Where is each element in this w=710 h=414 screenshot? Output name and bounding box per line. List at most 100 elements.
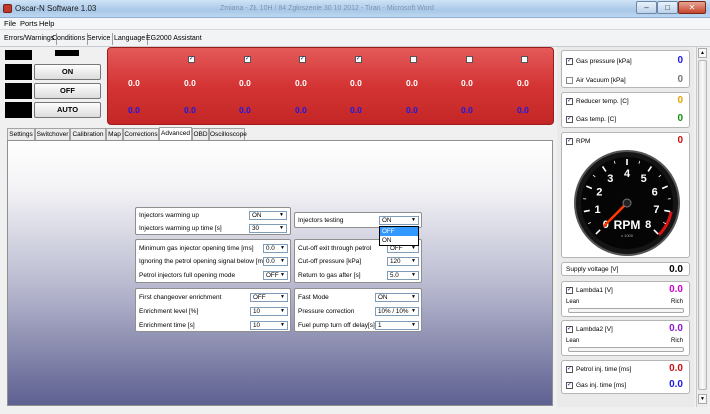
rpm-label: RPM xyxy=(576,138,591,145)
injectors-warming-select[interactable]: ON ▼ xyxy=(249,211,287,220)
lambda2-rich-label: Rich xyxy=(670,338,683,344)
lambda1-checkbox[interactable]: ✓ xyxy=(566,287,573,294)
maximize-button[interactable]: □ xyxy=(657,1,678,14)
lambda2-checkbox[interactable]: ✓ xyxy=(566,326,573,333)
cut-off-exit-label: Cut-off exit through petrol xyxy=(298,245,372,252)
tab-settings[interactable]: Settings xyxy=(7,128,35,140)
lambda1-rich-label: Rich xyxy=(670,299,683,305)
fast-mode-group: Fast Mode ON ▼ Pressure correction 10% / … xyxy=(294,288,422,332)
tab-obd[interactable]: OBD xyxy=(192,128,209,140)
rpm-dial-number-4: 4 xyxy=(624,168,631,180)
off-button[interactable]: OFF xyxy=(34,83,101,99)
injectors-warming-time-select[interactable]: 30 ▼ xyxy=(249,224,287,233)
injectors-testing-label: Injectors testing xyxy=(298,217,344,224)
minimize-button[interactable]: – xyxy=(636,1,657,14)
gas-temp-checkbox[interactable]: ✓ xyxy=(566,116,573,123)
injector-value-row1-1: 0.0 xyxy=(128,78,140,88)
toolbar: Errors/Warnings Conditions Service Langu… xyxy=(0,30,710,47)
toolbar-service[interactable]: Service xyxy=(85,33,114,45)
injectors-testing-select[interactable]: ON ▼ xyxy=(379,216,419,225)
rpm-unit-label: RPM xyxy=(614,218,641,232)
on-button[interactable]: ON xyxy=(34,64,101,80)
scroll-up-button[interactable]: ▲ xyxy=(698,48,707,58)
tab-map[interactable]: Map xyxy=(106,128,123,140)
ignore-petrol-signal-select[interactable]: 0.0 ▼ xyxy=(263,257,288,266)
fuel-pump-delay-select[interactable]: 1 ▼ xyxy=(375,321,419,330)
background-window-title: Zmiana - ZŁ 10H / 84 Zgłoszenie 30 10 20… xyxy=(220,5,434,12)
sensor-panel: ✓ Gas pressure [kPa] 0 Air Vacuum [kPa] … xyxy=(557,47,694,407)
cut-off-pressure-select[interactable]: 120 ▼ xyxy=(387,257,419,266)
injector-checkbox-5[interactable] xyxy=(410,56,417,63)
needle-hub xyxy=(622,198,632,208)
rpm-value: 0 xyxy=(677,135,683,146)
gas-inj-checkbox[interactable]: ✓ xyxy=(566,382,573,389)
rpm-dial-number-7: 7 xyxy=(653,204,659,216)
tab-switchover[interactable]: Switchover xyxy=(35,128,70,140)
injector-value-row1-7: 0.0 xyxy=(461,78,473,88)
tab-corrections[interactable]: Corrections xyxy=(123,128,159,140)
injector-checkbox-3[interactable]: ✓ xyxy=(299,56,306,63)
injector-value-row2-7: 0.0 xyxy=(461,105,473,115)
menu-bar: File Ports Help xyxy=(0,18,710,30)
injector-value-row2-3: 0.0 xyxy=(239,105,251,115)
air-vacuum-checkbox[interactable] xyxy=(566,77,573,84)
status-indicator-auto xyxy=(5,102,32,118)
first-changeover-enrichment-select[interactable]: OFF ▼ xyxy=(250,293,288,302)
injector-value-row1-4: 0.0 xyxy=(295,78,307,88)
gas-pressure-value: 0 xyxy=(677,55,683,66)
min-gas-opening-select[interactable]: 0.0 ▼ xyxy=(263,244,288,253)
injector-value-row2-5: 0.0 xyxy=(350,105,362,115)
reducer-temp-checkbox[interactable]: ✓ xyxy=(566,98,573,105)
injector-value-row2-6: 0.0 xyxy=(406,105,418,115)
gas-temp-label: Gas temp. [C] xyxy=(576,116,617,123)
supply-voltage-value: 0.0 xyxy=(669,264,683,275)
injector-checkbox-1[interactable]: ✓ xyxy=(188,56,195,63)
menu-ports[interactable]: Ports xyxy=(20,19,38,28)
injector-checkbox-7[interactable] xyxy=(521,56,528,63)
tab-advanced[interactable]: Advanced xyxy=(159,127,192,140)
scroll-thumb[interactable] xyxy=(698,60,707,390)
injector-value-row2-1: 0.0 xyxy=(128,105,140,115)
vertical-scrollbar[interactable]: ▲ ▼ xyxy=(696,47,708,407)
lambda1-box: ✓ Lambda1 [V] 0.0 Lean Rich xyxy=(561,281,690,317)
menu-file[interactable]: File xyxy=(4,19,16,28)
injection-time-box: ✓ Petrol inj. time [ms] 0.0 ✓ Gas inj. t… xyxy=(561,360,690,394)
min-gas-opening-label: Minimum gas injector opening time [ms] xyxy=(139,245,254,252)
injectors-testing-dropdown: OFF ON xyxy=(379,226,419,246)
injector-checkbox-2[interactable]: ✓ xyxy=(244,56,251,63)
injector-checkbox-4[interactable]: ✓ xyxy=(355,56,362,63)
injector-value-row1-5: 0.0 xyxy=(350,78,362,88)
window-title: Oscar-N Software 1.03 xyxy=(15,4,97,13)
toolbar-conditions[interactable]: Conditions xyxy=(50,33,89,45)
toolbar-eg2000-assistant[interactable]: EG2000 Assistant xyxy=(144,33,204,45)
petrol-inj-checkbox[interactable]: ✓ xyxy=(566,366,573,373)
enrichment-time-label: Enrichment time [s] xyxy=(139,322,195,329)
menu-help[interactable]: Help xyxy=(39,19,54,28)
scroll-down-button[interactable]: ▼ xyxy=(698,394,707,404)
dropdown-option-on[interactable]: ON xyxy=(380,236,418,245)
enrichment-group: First changeover enrichment OFF ▼ Enrichm… xyxy=(135,288,291,332)
rpm-checkbox[interactable]: ✓ xyxy=(566,138,573,145)
status-indicator-top-right xyxy=(55,50,79,56)
gas-inj-value: 0.0 xyxy=(669,379,683,390)
pressure-correction-select[interactable]: 10% / 10% ▼ xyxy=(375,307,419,316)
dropdown-option-off[interactable]: OFF xyxy=(380,227,418,236)
fuel-pump-delay-label: Fuel pump turn off delay[s] xyxy=(298,322,375,329)
tachometer-gauge: 012345678 RPM x 1000 xyxy=(572,149,682,257)
tab-oscilloscope[interactable]: Oscilloscope xyxy=(209,128,247,140)
enrichment-level-label: Enrichment level [%] xyxy=(139,308,199,315)
enrichment-level-select[interactable]: 10 ▼ xyxy=(250,307,288,316)
lambda1-lean-label: Lean xyxy=(566,299,580,305)
tab-calibration[interactable]: Calibration xyxy=(70,128,106,140)
fast-mode-select[interactable]: ON ▼ xyxy=(375,293,419,302)
injector-checkbox-6[interactable] xyxy=(466,56,473,63)
toolbar-language[interactable]: Language xyxy=(112,33,149,45)
enrichment-time-select[interactable]: 10 ▼ xyxy=(250,321,288,330)
gas-pressure-checkbox[interactable]: ✓ xyxy=(566,58,573,65)
temperature-box: ✓ Reducer temp. [C] 0 ✓ Gas temp. [C] 0 xyxy=(561,92,690,128)
return-to-gas-select[interactable]: 5.0 ▼ xyxy=(387,271,419,280)
close-button[interactable]: ✕ xyxy=(678,1,706,14)
auto-button[interactable]: AUTO xyxy=(34,102,101,118)
petrol-full-opening-select[interactable]: OFF ▼ xyxy=(263,271,288,280)
ignore-petrol-signal-label: Ignoring the petrol opening signal below… xyxy=(139,258,268,265)
